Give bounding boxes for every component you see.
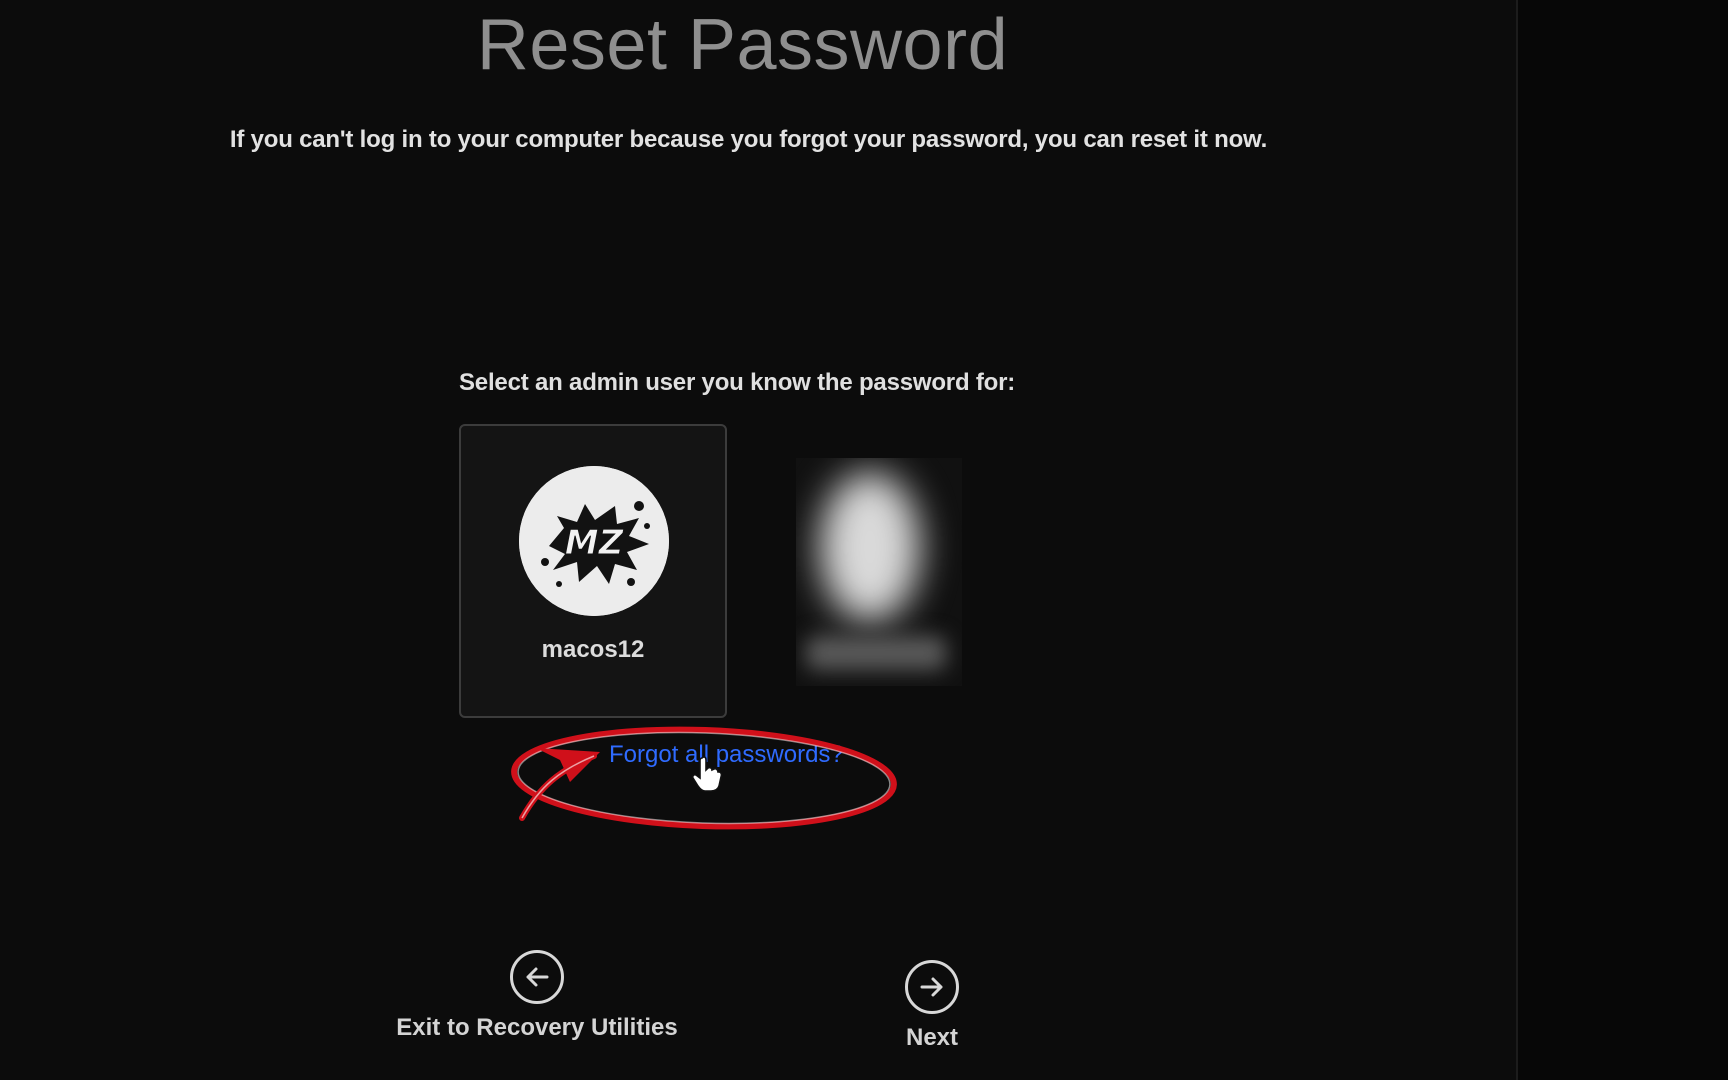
blurred-user-name (806, 636, 946, 670)
next-button[interactable]: Next (880, 960, 984, 1052)
splatter-logo-icon: MZ (519, 466, 669, 616)
arrow-left-circle-icon (510, 950, 564, 1004)
arrow-right-circle-icon (905, 960, 959, 1014)
forgot-all-passwords-link[interactable]: Forgot all passwords? (609, 741, 844, 769)
exit-to-recovery-button[interactable]: Exit to Recovery Utilities (392, 950, 682, 1042)
avatar: MZ (519, 466, 669, 616)
annotation-arrow (519, 753, 597, 821)
user-card-blurred[interactable] (796, 458, 962, 686)
blurred-user-icon (820, 472, 920, 622)
user-select-label: Select an admin user you know the passwo… (459, 369, 1016, 396)
svg-text:MZ: MZ (565, 523, 625, 563)
exit-label: Exit to Recovery Utilities (396, 1014, 678, 1041)
user-card-macos12[interactable]: MZ macos12 (459, 424, 727, 718)
next-label: Next (905, 1024, 959, 1051)
page-description: If you can't log in to your computer bec… (229, 126, 1268, 153)
user-name: macos12 (541, 636, 645, 663)
screen-bezel (1516, 0, 1728, 1080)
page-title: Reset Password (476, 5, 1009, 85)
highlight-ellipse (511, 726, 897, 830)
recovery-screen: Reset Password If you can't log in to yo… (0, 0, 1728, 1080)
